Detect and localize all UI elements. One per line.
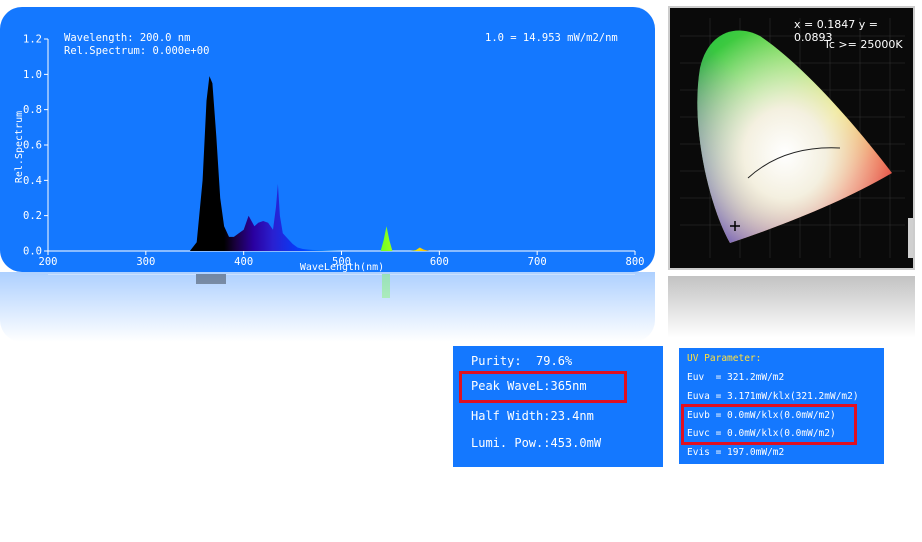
euvb-euvc-highlight-box (681, 404, 857, 445)
scale-note: 1.0 = 14.953 mW/m2/nm (485, 32, 618, 44)
euva-value: Euva = 3.171mW/klx(321.2mW/m2) (687, 391, 859, 402)
uv-parameter-title: UV Parameter: (687, 353, 762, 364)
cie-chromaticity-diagram: x = 0.1847 y = 0.0893 Tc >= 25000K (668, 6, 915, 270)
cie-reflection (668, 276, 915, 338)
x-axis-label: WaveLength(nm) (300, 262, 384, 272)
luminous-power-value: Lumi. Pow.:453.0mW (471, 436, 602, 450)
x-tick-label: 200 (39, 256, 58, 268)
purity-value: Purity: 79.6% (471, 354, 573, 368)
y-tick-label: 0.0 (23, 246, 42, 258)
rel-spectrum-readout: Rel.Spectrum: 0.000e+00 (64, 45, 209, 57)
spectrum-chart-panel: 200 300 400 500 600 700 800 0.0 0.2 0.4 0.6 0.8 1.0 1… (0, 7, 655, 272)
euv-value: Euv = 321.2mW/m2 (687, 372, 785, 383)
evis-value: Evis = 197.0mW/m2 (687, 447, 785, 458)
spectrum-chart: 200 300 400 500 600 700 8000.00.20.40.60.81.01… (14, 32, 645, 272)
y-tick-label: 1.2 (23, 34, 42, 46)
y-tick-label: 0.8 (23, 104, 42, 116)
peak-wavelength-highlight-box (459, 371, 627, 403)
spectrum-reflection (0, 272, 655, 342)
y-tick-label: 1.0 (23, 69, 42, 81)
x-tick-label: 600 (430, 256, 449, 268)
reflection-graphic (48, 274, 635, 298)
uv-parameter-panel: UV Parameter: Euv = 321.2mW/m2 Euva = 3.… (679, 348, 884, 464)
x-tick-label: 700 (528, 256, 547, 268)
half-width-value: Half Width:23.4nm (471, 409, 594, 423)
y-tick-label: 0.2 (23, 210, 42, 222)
x-tick-label: 300 (136, 256, 155, 268)
spectral-parameters-panel: Purity: 79.6% Peak WaveL:365nm Half Widt… (453, 346, 663, 467)
y-tick-label: 0.4 (23, 175, 42, 187)
y-tick-label: 0.6 (23, 140, 42, 152)
wavelength-readout: Wavelength: 200.0 nm (64, 32, 190, 44)
y-axis-label: Rel.Spectrum (14, 111, 25, 183)
cie-tc-readout: Tc >= 25000K (824, 38, 903, 51)
x-tick-label: 400 (234, 256, 253, 268)
x-tick-label: 800 (626, 256, 645, 268)
spectrum-series-area (189, 76, 635, 251)
